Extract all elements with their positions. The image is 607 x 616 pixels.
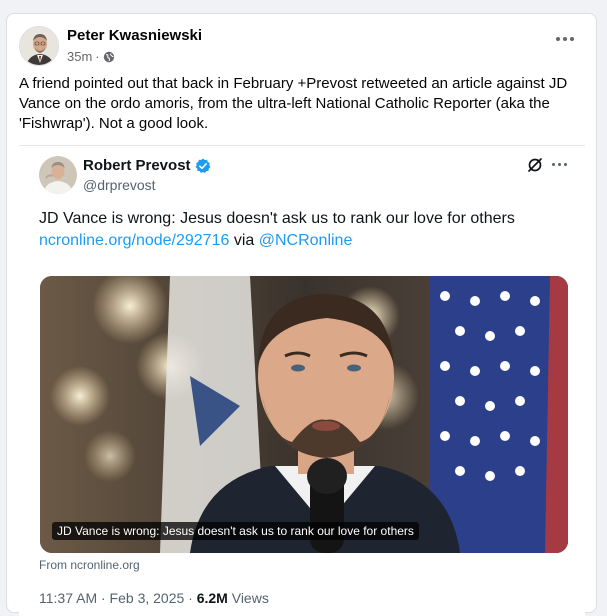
views-count: 6.2M (196, 590, 228, 606)
author-name[interactable]: Peter Kwasniewski (67, 27, 202, 44)
tweet-avatar[interactable] (39, 156, 77, 194)
tweet-body: JD Vance is wrong: Jesus doesn't ask us … (39, 210, 515, 227)
post-time[interactable]: 35m (67, 49, 92, 64)
tweet-more-button[interactable] (552, 163, 567, 166)
views-label: Views (227, 590, 269, 606)
mention-link[interactable]: @NCRonline (259, 232, 353, 249)
tweet-timestamp-row: 11:37 AM · Feb 3, 2025 · 6.2M Views (39, 590, 269, 606)
link-card-caption: JD Vance is wrong: Jesus doesn't ask us … (52, 522, 419, 540)
tweet-author-name[interactable]: Robert Prevost (83, 157, 191, 174)
author-avatar[interactable] (19, 26, 59, 66)
post-text: A friend pointed out that back in Februa… (19, 75, 568, 132)
post-meta: 35m · (67, 49, 115, 64)
embedded-tweet[interactable]: Robert Prevost @drprevost JD Vance is wr… (19, 145, 585, 616)
post-more-button[interactable] (554, 34, 576, 44)
link-card-image[interactable]: JD Vance is wrong: Jesus doesn't ask us … (40, 276, 568, 553)
link-card-source[interactable]: From ncronline.org (39, 558, 140, 572)
tweet-timestamp[interactable]: 11:37 AM · Feb 3, 2025 · (39, 590, 197, 606)
more-horizontal-icon (556, 37, 560, 41)
tweet-author[interactable]: Robert Prevost (83, 157, 211, 174)
globe-icon (103, 51, 114, 62)
facebook-post: Peter Kwasniewski 35m · A friend pointed… (6, 13, 597, 616)
tweet-text: JD Vance is wrong: Jesus doesn't ask us … (39, 208, 569, 252)
more-horizontal-icon (552, 163, 555, 166)
grok-icon[interactable] (526, 156, 544, 174)
article-link[interactable]: ncronline.org/node/292716 (39, 232, 229, 249)
meta-separator: · (95, 49, 100, 64)
tweet-handle[interactable]: @drprevost (83, 177, 156, 193)
article-photo (40, 276, 568, 553)
via-text: via (233, 232, 255, 249)
verified-badge-icon (195, 158, 211, 173)
